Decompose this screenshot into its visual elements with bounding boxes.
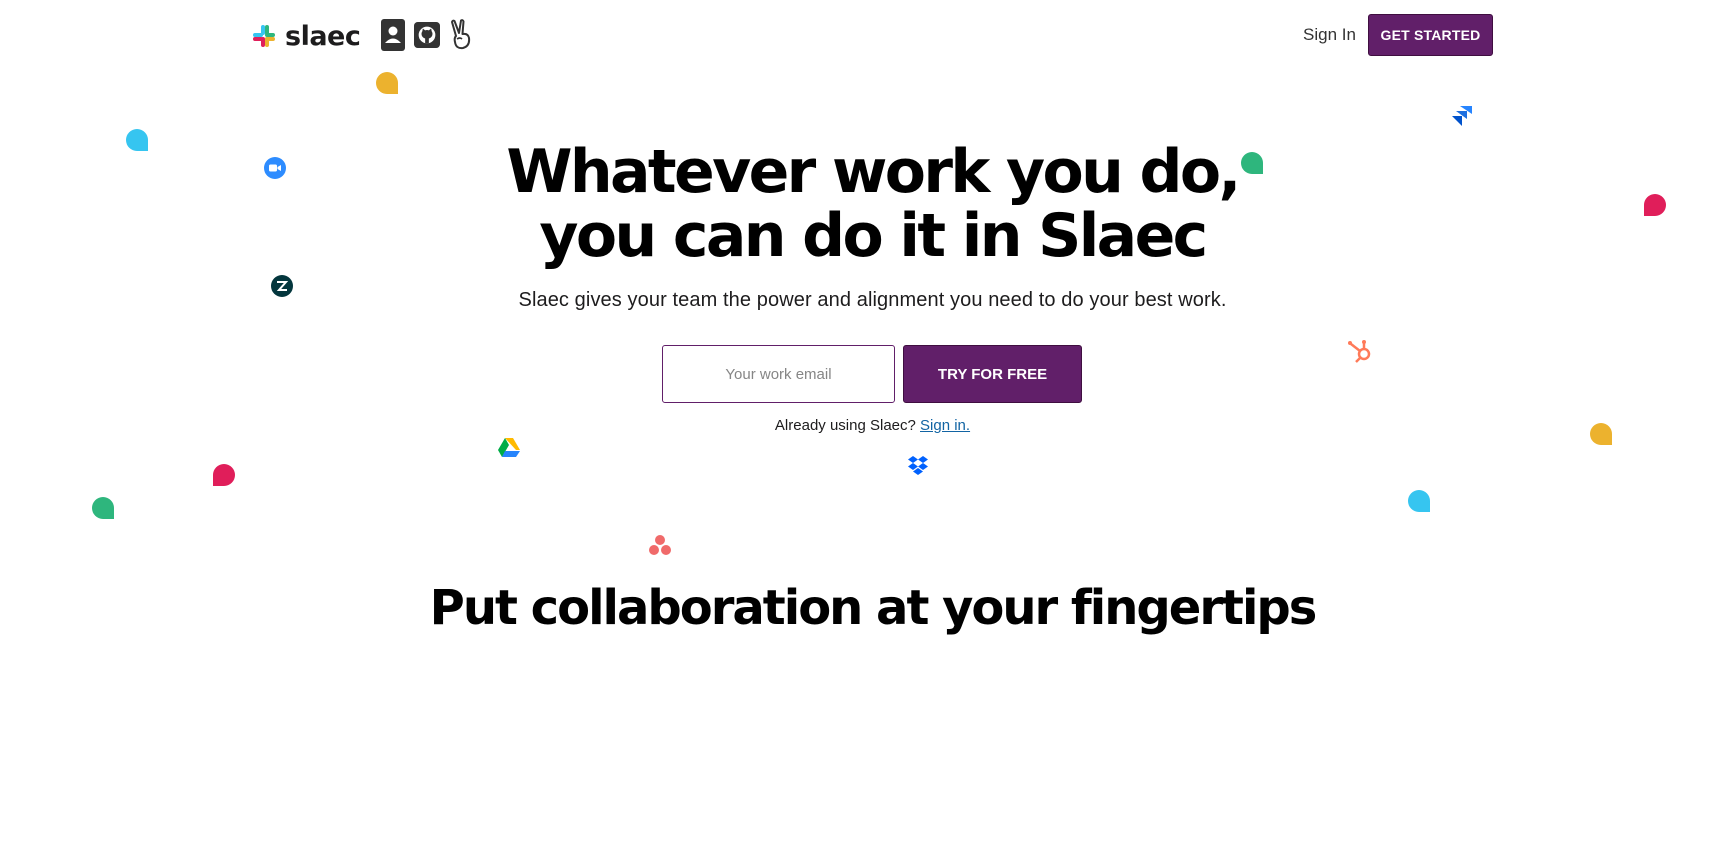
- utility-icons: [380, 19, 474, 51]
- chat-bubble-icon: [92, 497, 114, 519]
- top-nav: slaec Sign In GET STARTED: [0, 0, 1735, 70]
- hero-title-line-2: you can do it in Slaec: [539, 201, 1208, 271]
- try-for-free-button[interactable]: TRY FOR FREE: [903, 345, 1082, 403]
- hero-subtitle: Slaec gives your team the power and alig…: [518, 289, 1227, 311]
- github-icon[interactable]: [414, 19, 440, 51]
- slaec-logo[interactable]: slaec: [251, 18, 361, 54]
- slaec-logo-icon: [253, 25, 275, 47]
- peace-hand-icon[interactable]: [448, 19, 474, 51]
- chat-bubble-icon: [1408, 490, 1430, 512]
- get-started-button[interactable]: GET STARTED: [1368, 14, 1493, 56]
- hero-sign-in-link[interactable]: Sign in.: [920, 417, 970, 434]
- already-using-text: Already using Slaec? Sign in.: [0, 417, 1735, 434]
- chat-bubble-icon: [213, 464, 235, 486]
- logo-text: slaec: [285, 20, 361, 52]
- contact-icon[interactable]: [380, 19, 406, 51]
- hero-title: Whatever work you do, you can do it in S…: [0, 140, 1735, 268]
- sign-in-link[interactable]: Sign In: [1303, 22, 1356, 48]
- hubspot-icon: [1348, 340, 1371, 363]
- work-email-input[interactable]: [662, 345, 895, 403]
- already-using-label: Already using Slaec?: [774, 417, 916, 434]
- dropbox-icon: [908, 456, 928, 475]
- chat-bubble-icon: [376, 72, 398, 94]
- section-title: Put collaboration at your fingertips: [429, 580, 1318, 636]
- hero-title-line-1: Whatever work you do,: [506, 137, 1241, 207]
- google-drive-icon: [498, 438, 520, 457]
- asana-icon: [649, 535, 671, 555]
- jira-icon: [1452, 106, 1472, 126]
